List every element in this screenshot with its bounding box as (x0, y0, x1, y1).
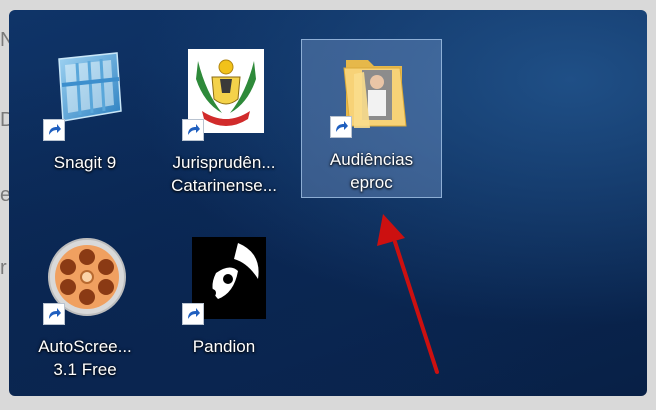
desktop[interactable]: Snagit 9 Jurisprudên... Catarinense... A… (9, 10, 647, 396)
annotation-arrow-icon (377, 214, 439, 374)
background-text-r: r (0, 257, 7, 279)
